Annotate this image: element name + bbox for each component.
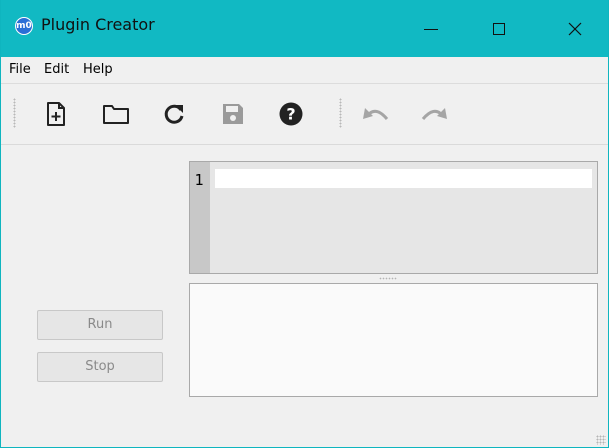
- open-folder-button[interactable]: [102, 100, 130, 128]
- minimize-icon: [424, 29, 438, 30]
- line-number: 1: [194, 171, 204, 189]
- maximize-button[interactable]: [476, 0, 522, 57]
- app-icon: m0: [15, 17, 33, 35]
- toolbar-grip[interactable]: [13, 98, 16, 128]
- code-editor[interactable]: 1: [189, 161, 598, 274]
- menu-file[interactable]: File: [9, 62, 31, 77]
- menu-edit[interactable]: Edit: [44, 62, 69, 77]
- maximize-icon: [493, 22, 505, 35]
- splitter-grip-icon: [379, 277, 397, 280]
- svg-text:?: ?: [286, 105, 295, 124]
- output-pane[interactable]: [189, 283, 598, 397]
- undo-icon: [363, 108, 389, 120]
- new-file-button[interactable]: [42, 100, 70, 128]
- open-folder-icon: [103, 105, 129, 124]
- undo-button[interactable]: [362, 100, 390, 128]
- line-number-gutter: 1: [190, 162, 210, 273]
- title-bar[interactable]: m0 Plugin Creator: [1, 0, 608, 57]
- plugin-creator-window: m0 Plugin Creator File Edit Help ? Run S…: [0, 0, 609, 448]
- current-line-highlight[interactable]: [215, 169, 592, 188]
- resize-grip-icon[interactable]: [596, 435, 606, 445]
- redo-button[interactable]: [420, 100, 448, 128]
- close-icon: [568, 22, 582, 35]
- menu-help[interactable]: Help: [83, 62, 113, 77]
- window-title: Plugin Creator: [41, 15, 155, 34]
- stop-button[interactable]: Stop: [37, 352, 163, 382]
- redo-icon: [421, 108, 447, 120]
- toolbar-grip-2[interactable]: [339, 98, 342, 128]
- help-button[interactable]: ?: [277, 100, 305, 128]
- reload-button[interactable]: [160, 100, 188, 128]
- menu-bar: File Edit Help: [1, 57, 608, 84]
- toolbar: ?: [1, 84, 608, 145]
- minimize-button[interactable]: [408, 0, 454, 57]
- new-file-icon: [47, 102, 65, 126]
- run-button[interactable]: Run: [37, 310, 163, 340]
- save-button[interactable]: [219, 100, 247, 128]
- save-icon: [223, 104, 243, 124]
- help-icon: ?: [279, 102, 303, 126]
- reload-icon: [164, 104, 184, 124]
- pane-splitter[interactable]: [189, 275, 598, 282]
- close-button[interactable]: [552, 0, 598, 57]
